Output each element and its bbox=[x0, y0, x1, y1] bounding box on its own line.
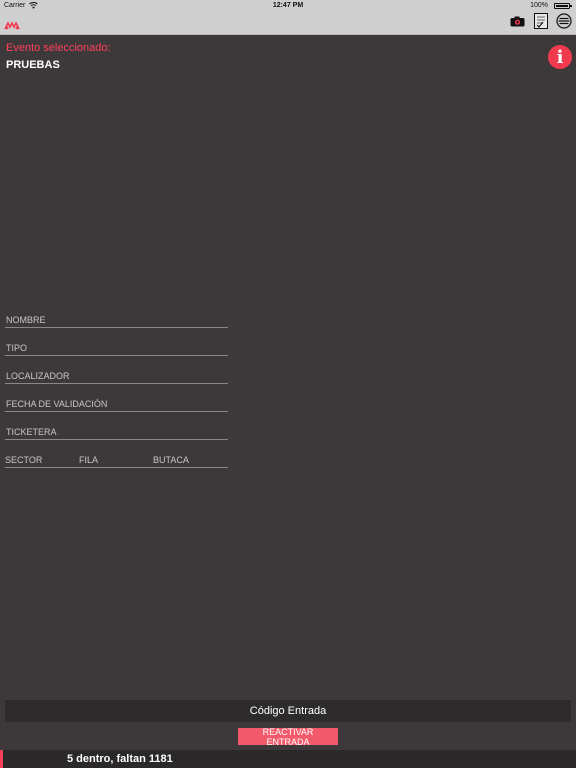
ticketera-field: TICKETERA bbox=[5, 427, 228, 440]
tipo-field: TIPO bbox=[5, 343, 228, 356]
info-button[interactable]: i bbox=[548, 45, 572, 69]
camera-icon bbox=[510, 14, 525, 32]
status-bar: Carrier 12:47 PM 100% bbox=[0, 0, 576, 12]
document-button[interactable] bbox=[533, 12, 549, 34]
menu-button[interactable] bbox=[556, 12, 572, 34]
status-time: 12:47 PM bbox=[272, 2, 304, 9]
event-selected-label: Evento seleccionado: bbox=[6, 42, 111, 54]
butaca-field: BUTACA bbox=[153, 455, 189, 465]
codigo-entrada-input[interactable]: Código Entrada bbox=[5, 700, 571, 722]
logo-icon bbox=[4, 18, 20, 30]
navigation-bar bbox=[0, 12, 576, 35]
seat-info-row: SECTOR FILA BUTACA bbox=[5, 455, 228, 468]
document-icon bbox=[534, 12, 548, 34]
sector-field: SECTOR bbox=[5, 455, 43, 465]
event-name: PRUEBAS bbox=[6, 59, 60, 71]
localizador-field: LOCALIZADOR bbox=[5, 371, 228, 384]
battery-icon bbox=[554, 3, 572, 9]
fila-field: FILA bbox=[79, 455, 99, 465]
info-icon: i bbox=[556, 46, 564, 68]
nombre-field: NOMBRE bbox=[5, 315, 228, 328]
footer-accent bbox=[0, 750, 3, 768]
fecha-validacion-field: FECHA DE VALIDACIÓN bbox=[5, 399, 228, 412]
footer-bar: 5 dentro, faltan 1181 bbox=[0, 750, 576, 768]
reactivar-entrada-button[interactable]: REACTIVAR ENTRADA bbox=[238, 727, 338, 747]
menu-icon bbox=[556, 12, 572, 34]
camera-button[interactable] bbox=[509, 15, 525, 31]
battery-percent: 100% bbox=[530, 2, 548, 9]
attendance-count: 5 dentro, faltan 1181 bbox=[67, 753, 173, 765]
